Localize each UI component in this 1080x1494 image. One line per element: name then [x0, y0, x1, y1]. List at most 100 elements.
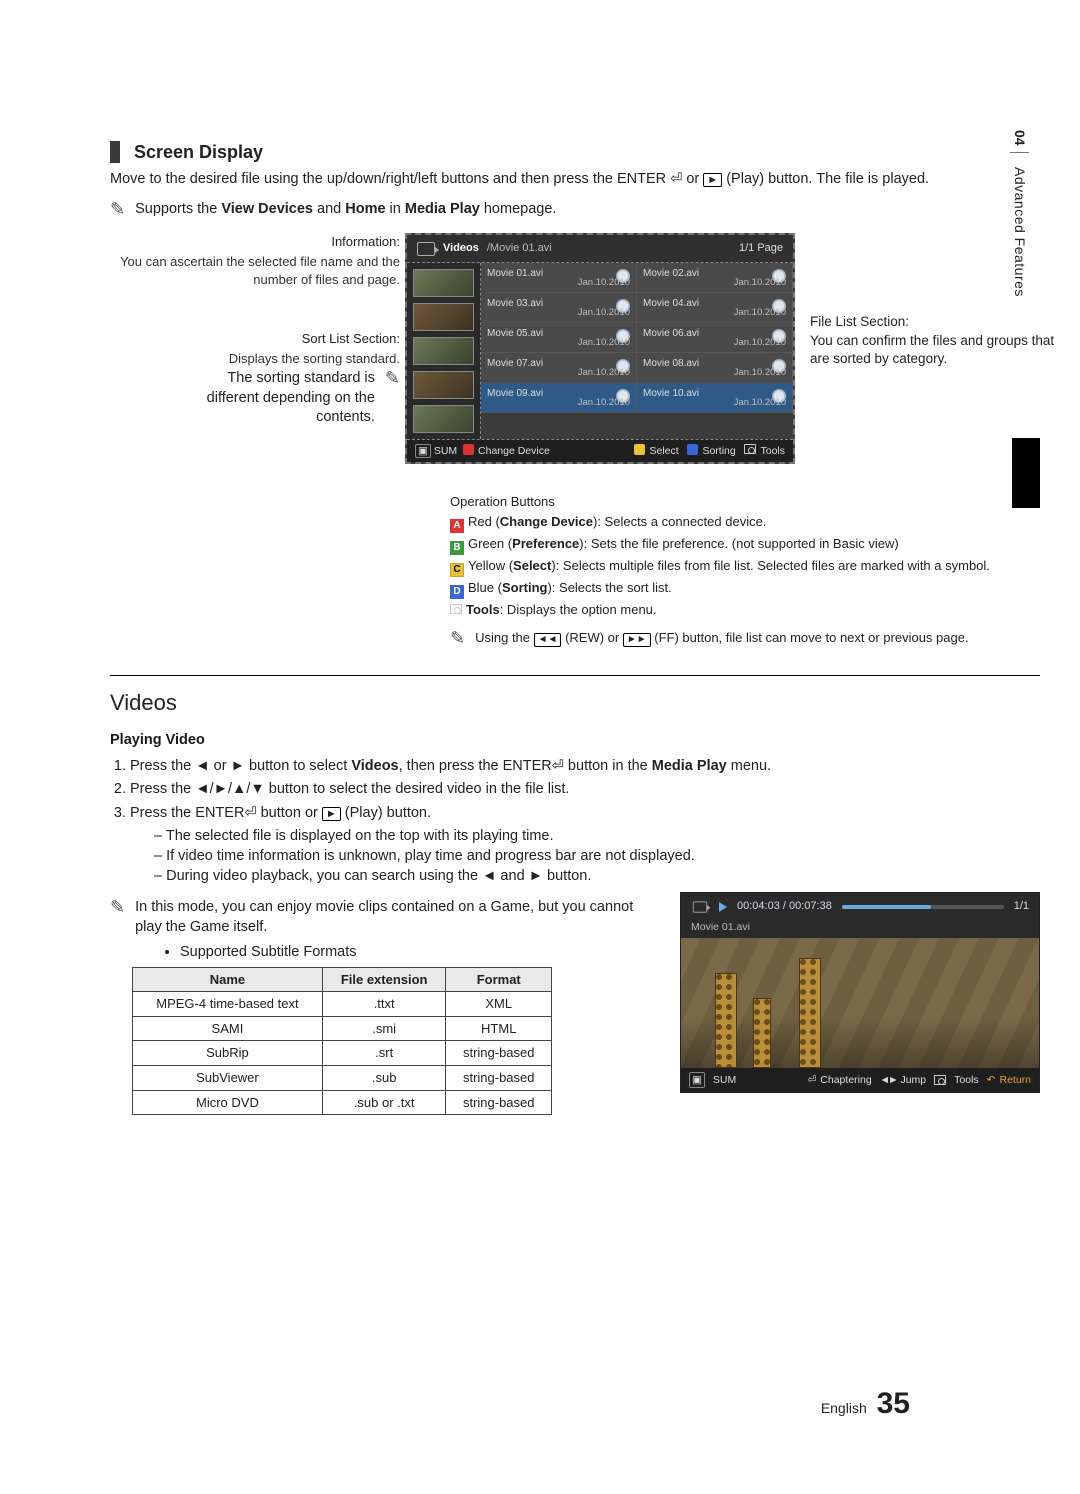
table-row: Micro DVD.sub or .txtstring-based: [133, 1090, 552, 1115]
heading-bar-icon: [110, 141, 120, 163]
page-indicator: 1/1 Page: [739, 241, 783, 256]
note-icon: ✎: [385, 369, 400, 387]
file-cell-selected[interactable]: Movie 09.aviJan.10.2010: [481, 383, 637, 413]
enter-icon: ⏎: [670, 171, 682, 187]
playback-count: 1/1: [1014, 899, 1029, 914]
footer-page-number: 35: [877, 1387, 910, 1420]
footer-language: English: [821, 1400, 867, 1416]
subheading-playing-video: Playing Video: [110, 731, 1040, 751]
videos-icon: [417, 242, 435, 256]
op-d: DBlue (Sorting): Selects the sort list.: [450, 579, 1040, 599]
chaptering-hint: ⏎Chaptering: [807, 1073, 871, 1087]
file-cell[interactable]: Movie 01.aviJan.10.2010: [481, 263, 637, 293]
step-3c: During video playback, you can search us…: [154, 867, 1040, 887]
sum-icon: ▣: [689, 1072, 705, 1088]
ff-icon: ►►: [623, 633, 651, 647]
manual-page: 04 Advanced Features Screen Display Move…: [0, 0, 1080, 1494]
yellow-key-icon: [634, 444, 645, 455]
sum-label: SUM: [713, 1073, 736, 1087]
blue-key-icon: [687, 444, 698, 455]
sort-thumb: [413, 371, 474, 399]
sort-thumbnails: [407, 263, 481, 439]
sort-thumb: [413, 337, 474, 365]
callout-sort-note: The sorting standard is different depend…: [100, 369, 400, 428]
step-3b: If video time information is unknown, pl…: [154, 847, 1040, 867]
arrows-icon: ◄►: [880, 1073, 897, 1087]
file-cell[interactable]: Movie 06.aviJan.10.2010: [637, 323, 793, 353]
intro-paragraph: Move to the desired file using the up/do…: [110, 170, 1040, 190]
file-cell[interactable]: Movie 02.aviJan.10.2010: [637, 263, 793, 293]
sort-thumb: [413, 405, 474, 433]
tools-hint: Tools: [934, 1073, 979, 1087]
media-play-screenshot: Videos /Movie 01.avi 1/1 Page Movie 01.a…: [405, 233, 795, 464]
chapter-number: 04: [1010, 130, 1029, 153]
screenshot-footer: ▣ SUM Change Device Select Sorting Tools: [407, 439, 793, 462]
playback-filename: Movie 01.avi: [681, 920, 1039, 938]
footer-right: Select Sorting Tools: [634, 444, 785, 458]
callout-filelist-body: You can confirm the files and groups tha…: [810, 333, 1054, 366]
tools-icon: [934, 1075, 946, 1085]
screenshot-diagram: Information: You can ascertain the selec…: [110, 233, 1040, 483]
playback-time: 00:04:03 / 00:07:38: [737, 899, 832, 914]
file-cell[interactable]: Movie 07.aviJan.10.2010: [481, 353, 637, 383]
callout-sort-title: Sort List Section:: [100, 330, 400, 348]
op-c: CYellow (Select): Selects multiple files…: [450, 557, 1040, 577]
file-grid: Movie 01.aviJan.10.2010 Movie 02.aviJan.…: [481, 263, 793, 439]
playback-screenshot: 00:04:03 / 00:07:38 1/1 Movie 01.avi ▣ S…: [680, 892, 1040, 1093]
step-3: Press the ENTER⏎ button or ► (Play) butt…: [130, 804, 1040, 886]
return-hint: ↶Return: [987, 1073, 1031, 1087]
subtitle-bullet: Supported Subtitle Formats: [140, 943, 660, 963]
frame-giraffe: [799, 958, 821, 1068]
breadcrumb-main: Videos: [443, 241, 479, 256]
operation-buttons-block: Operation Buttons ARed (Change Device): …: [450, 493, 1040, 646]
tools-icon: [450, 604, 462, 614]
subtitle-formats-table: Name File extension Format MPEG-4 time-b…: [132, 967, 552, 1115]
th-format: Format: [446, 967, 552, 992]
step-3a: The selected file is displayed on the to…: [154, 827, 1040, 847]
section-heading-screen-display: Screen Display: [110, 140, 1040, 164]
a-key-icon: A: [450, 519, 464, 533]
enter-icon: ⏎: [244, 805, 256, 821]
step-1: Press the ◄ or ► button to select Videos…: [130, 757, 1040, 777]
jump-hint: ◄►Jump: [880, 1073, 926, 1087]
screenshot-body: Movie 01.aviJan.10.2010 Movie 02.aviJan.…: [407, 263, 793, 439]
tools-icon: [744, 444, 756, 454]
lower-two-column: ✎ In this mode, you can enjoy movie clip…: [110, 892, 1040, 1115]
page-footer: English 35: [821, 1384, 910, 1425]
callout-filelist-title: File List Section:: [810, 314, 909, 329]
right-callout: File List Section: You can confirm the f…: [810, 313, 1060, 368]
th-name: Name: [133, 967, 323, 992]
return-icon: ↶: [987, 1073, 996, 1087]
note-icon: ✎: [110, 898, 125, 916]
section-rule: [110, 675, 1040, 676]
sum-icon: ▣: [415, 444, 431, 458]
callout-sort-body: Displays the sorting standard.: [100, 350, 400, 368]
file-cell[interactable]: Movie 08.aviJan.10.2010: [637, 353, 793, 383]
table-row: SubRip.srtstring-based: [133, 1041, 552, 1066]
playback-frame: [681, 938, 1039, 1068]
op-b: BGreen (Preference): Sets the file prefe…: [450, 535, 1040, 555]
file-cell[interactable]: Movie 05.aviJan.10.2010: [481, 323, 637, 353]
play-icon: ►: [322, 807, 341, 821]
file-cell[interactable]: Movie 04.aviJan.10.2010: [637, 293, 793, 323]
note-icon: ✎: [450, 629, 465, 647]
enter-icon: ⏎: [807, 1073, 816, 1087]
screenshot-header: Videos /Movie 01.avi 1/1 Page: [407, 235, 793, 263]
game-note: ✎ In this mode, you can enjoy movie clip…: [110, 898, 660, 937]
red-key-icon: [463, 444, 474, 455]
support-note: ✎ Supports the View Devices and Home in …: [110, 200, 1040, 220]
table-row: SAMI.smiHTML: [133, 1016, 552, 1041]
table-row: SubViewer.substring-based: [133, 1066, 552, 1091]
op-tools: Tools: Displays the option menu.: [450, 601, 1040, 619]
file-cell-selected[interactable]: Movie 10.aviJan.10.2010: [637, 383, 793, 413]
progress-bar[interactable]: [842, 905, 1004, 909]
section-heading-videos: Videos: [110, 688, 1040, 718]
op-rewff-note: ✎ Using the ◄◄ (REW) or ►► (FF) button, …: [450, 629, 1040, 647]
breadcrumb: Videos /Movie 01.avi: [417, 241, 552, 256]
play-icon: ►: [703, 173, 722, 187]
frame-giraffe: [753, 998, 771, 1068]
file-cell[interactable]: Movie 03.aviJan.10.2010: [481, 293, 637, 323]
videos-icon: [693, 901, 707, 912]
sort-thumb: [413, 303, 474, 331]
footer-left: ▣ SUM Change Device: [415, 444, 550, 458]
